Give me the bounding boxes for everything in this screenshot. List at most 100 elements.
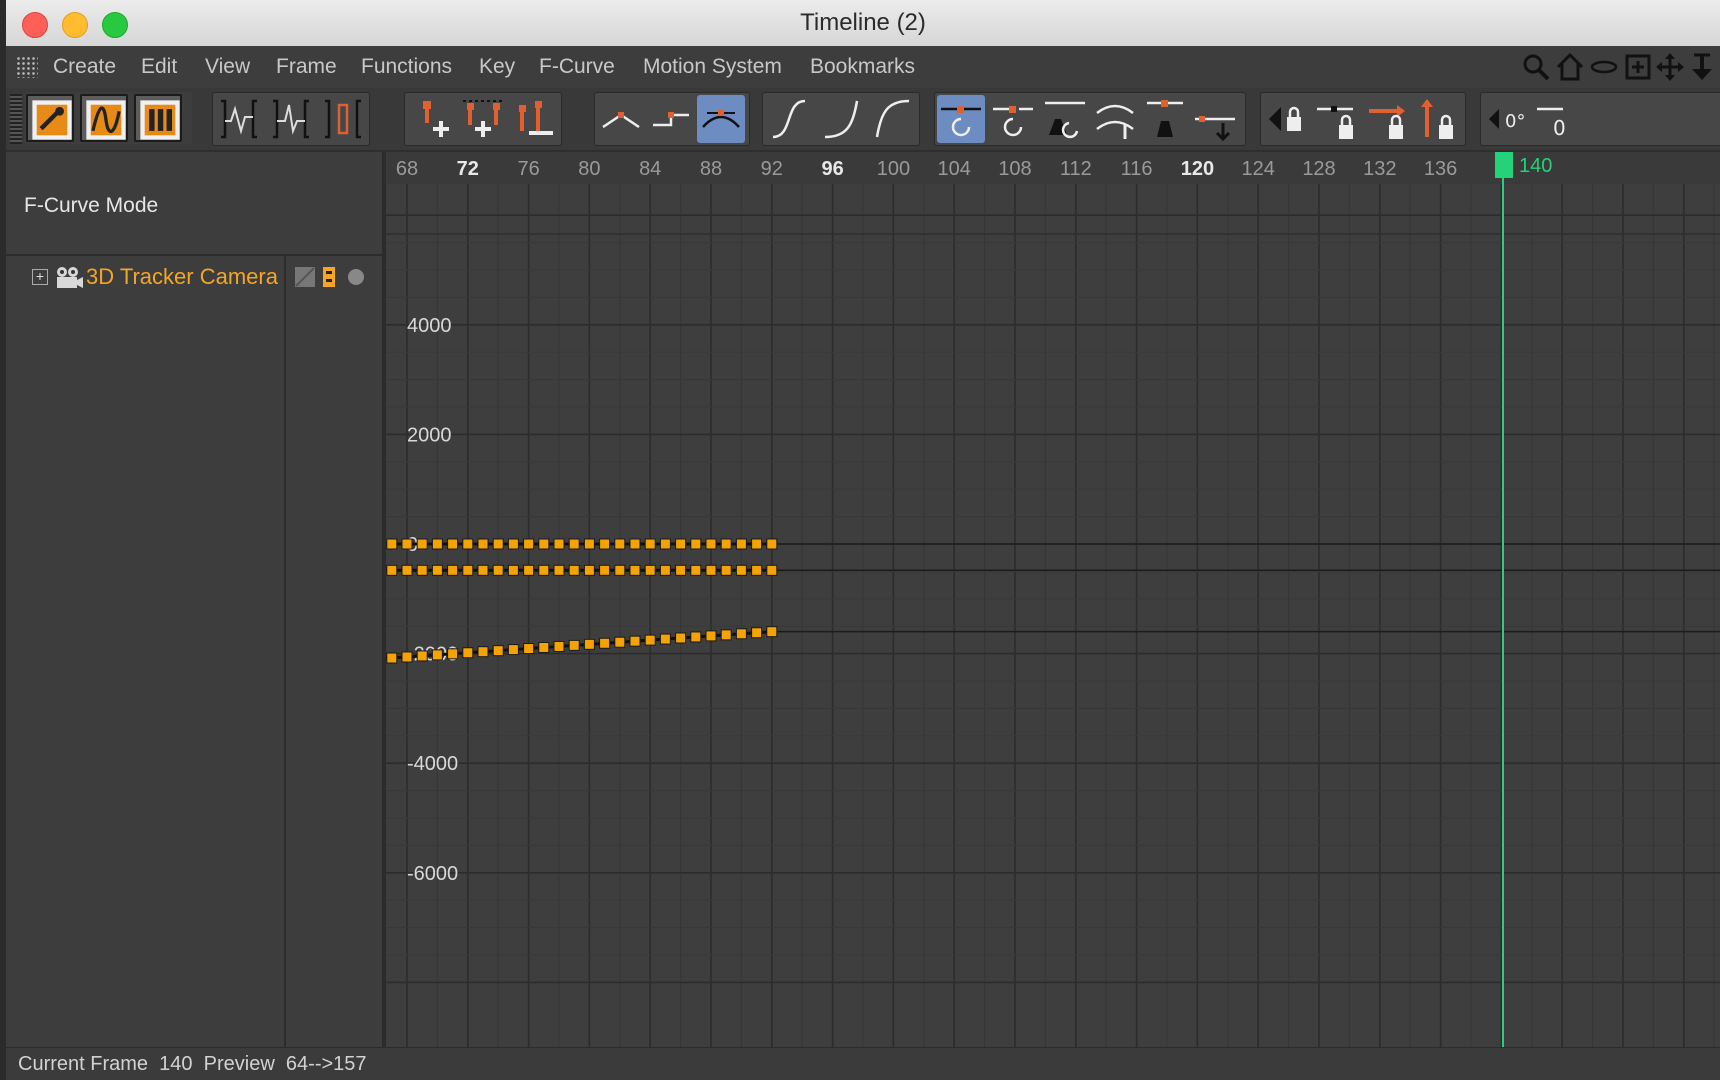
keyframe[interactable] <box>659 633 671 645</box>
keyframe[interactable] <box>614 636 626 648</box>
keyframe[interactable] <box>690 631 702 643</box>
keyframe[interactable] <box>568 538 580 550</box>
keyframe[interactable] <box>720 629 732 641</box>
keyframe[interactable] <box>553 564 565 576</box>
keyframe[interactable] <box>751 627 763 639</box>
rotate-zero-button[interactable]: 0° <box>1483 95 1531 143</box>
ease-in-out-button[interactable] <box>765 95 813 143</box>
tangent-auto-button[interactable] <box>937 95 985 143</box>
keyframe[interactable] <box>477 564 489 576</box>
fcurve-graph[interactable]: 68 72 76 80 84 88 92 96 100 104 108 112 116 120 124 128… <box>386 152 1720 1047</box>
keyframe[interactable] <box>492 645 504 657</box>
record-dot-icon[interactable] <box>346 267 366 287</box>
keyframe[interactable] <box>447 648 459 660</box>
zero-curve-button[interactable] <box>267 95 315 143</box>
keyframe[interactable] <box>507 644 519 656</box>
keyframe[interactable] <box>751 538 763 550</box>
keyframe[interactable] <box>401 564 413 576</box>
layer-icon[interactable] <box>322 266 336 288</box>
keyframe[interactable] <box>735 628 747 640</box>
keyframe[interactable] <box>538 564 550 576</box>
keyframe[interactable] <box>599 637 611 649</box>
keyframe[interactable] <box>401 538 413 550</box>
keyframe[interactable] <box>690 538 702 550</box>
ease-out-button[interactable] <box>869 95 917 143</box>
keyframe[interactable] <box>751 564 763 576</box>
track-name[interactable]: 3D Tracker Camera <box>86 256 278 298</box>
lock-value-button[interactable] <box>1313 95 1361 143</box>
interp-linear-button[interactable] <box>597 95 645 143</box>
keyframe[interactable] <box>599 564 611 576</box>
keyframe[interactable] <box>431 649 443 661</box>
tangent-break-button[interactable] <box>989 95 1037 143</box>
keyframe[interactable] <box>523 564 535 576</box>
menu-motion-system[interactable]: Motion System <box>643 46 782 88</box>
lock-v-button[interactable] <box>1413 95 1461 143</box>
keyframe[interactable] <box>614 564 626 576</box>
interp-spline-button[interactable] <box>697 95 745 143</box>
keyframe[interactable] <box>644 634 656 646</box>
keyframe[interactable] <box>659 564 671 576</box>
keyframe[interactable] <box>735 538 747 550</box>
playhead-handle[interactable] <box>1495 152 1513 178</box>
delete-key-button[interactable] <box>509 95 557 143</box>
keyframe[interactable] <box>568 639 580 651</box>
key-mode-button[interactable] <box>26 94 74 142</box>
tangent-zero-button[interactable] <box>1091 95 1139 143</box>
keyframe[interactable] <box>401 651 413 663</box>
lock-h-button[interactable] <box>1363 95 1411 143</box>
keyframe[interactable] <box>386 652 398 664</box>
fit-icon[interactable] <box>1622 51 1654 83</box>
more-button[interactable]: 0 <box>1533 95 1581 143</box>
keyframe[interactable] <box>416 564 428 576</box>
move-icon[interactable] <box>1654 51 1686 83</box>
keyframe[interactable] <box>735 564 747 576</box>
menu-create[interactable]: Create <box>53 46 116 88</box>
dopesheet-mode-button[interactable] <box>134 94 182 142</box>
keyframe[interactable] <box>477 538 489 550</box>
keyframe[interactable] <box>416 650 428 662</box>
keyframe[interactable] <box>477 646 489 658</box>
menu-grip-icon[interactable] <box>16 56 38 78</box>
keyframe[interactable] <box>720 538 732 550</box>
add-key-button[interactable] <box>409 95 457 143</box>
keyframe[interactable] <box>705 630 717 642</box>
keyframe[interactable] <box>523 538 535 550</box>
keyframe[interactable] <box>386 564 398 576</box>
menu-key[interactable]: Key <box>479 46 515 88</box>
tangent-weight-button[interactable] <box>1041 95 1089 143</box>
keyframe[interactable] <box>720 564 732 576</box>
keyframe[interactable] <box>690 564 702 576</box>
keyframe[interactable] <box>447 538 459 550</box>
menu-functions[interactable]: Functions <box>361 46 452 88</box>
keyframe[interactable] <box>766 564 778 576</box>
keyframe[interactable] <box>568 564 580 576</box>
menu-edit[interactable]: Edit <box>141 46 177 88</box>
tangent-down-button[interactable] <box>1191 95 1239 143</box>
menu-bookmarks[interactable]: Bookmarks <box>810 46 915 88</box>
keyframe[interactable] <box>431 538 443 550</box>
keyframe[interactable] <box>538 641 550 653</box>
keyframe[interactable] <box>416 538 428 550</box>
keyframe[interactable] <box>675 564 687 576</box>
keyframe[interactable] <box>507 564 519 576</box>
keyframe[interactable] <box>644 538 656 550</box>
bracket-button[interactable] <box>319 95 367 143</box>
keyframe[interactable] <box>462 538 474 550</box>
keyframe[interactable] <box>553 640 565 652</box>
keyframe[interactable] <box>462 647 474 659</box>
keyframe[interactable] <box>492 538 504 550</box>
keyframe[interactable] <box>629 538 641 550</box>
menu-frame[interactable]: Frame <box>276 46 337 88</box>
keyframe[interactable] <box>705 564 717 576</box>
curve-toggle-icon[interactable] <box>294 266 316 288</box>
menu-view[interactable]: View <box>205 46 250 88</box>
keyframe[interactable] <box>386 538 398 550</box>
track-row[interactable]: + 3D Tracker Camera <box>6 256 382 298</box>
frame-all-icon[interactable] <box>1588 51 1620 83</box>
ease-in-button[interactable] <box>817 95 865 143</box>
keyframe[interactable] <box>462 564 474 576</box>
toolbar-grip[interactable] <box>10 94 22 144</box>
keyframe[interactable] <box>583 564 595 576</box>
keyframe[interactable] <box>538 538 550 550</box>
